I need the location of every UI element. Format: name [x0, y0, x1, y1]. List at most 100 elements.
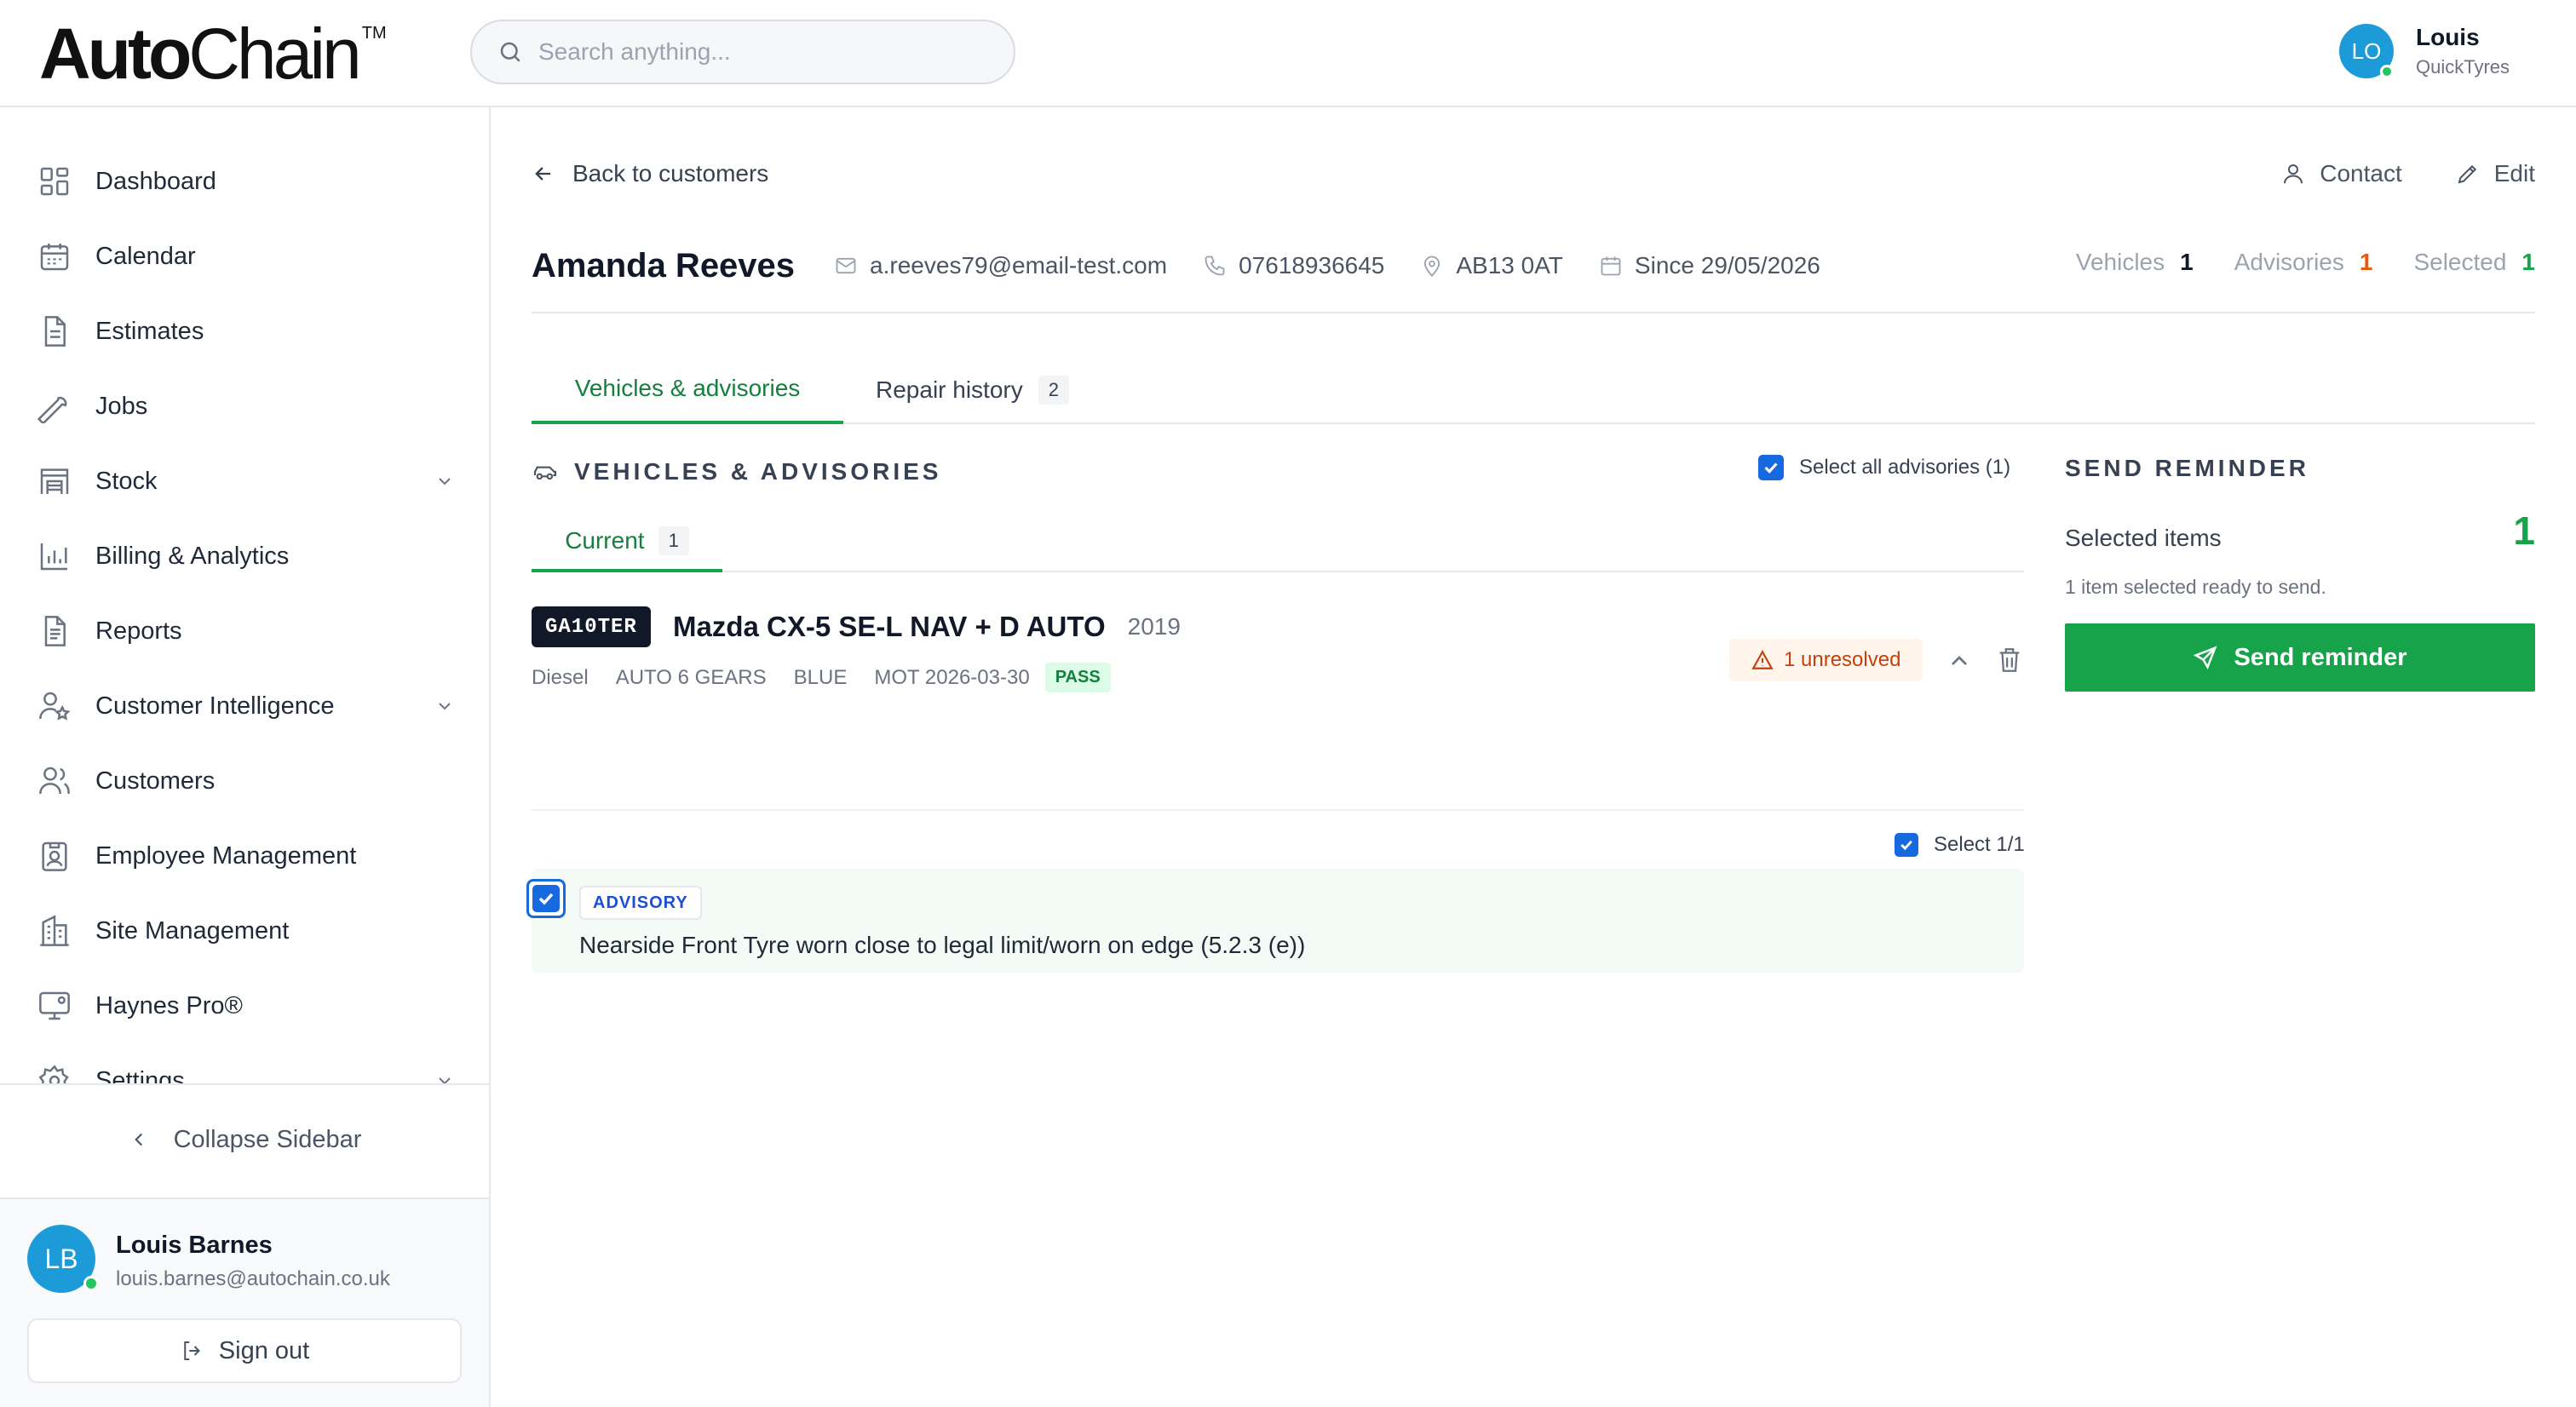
sidebar-item-customer-intelligence[interactable]: Customer Intelligence — [37, 681, 455, 732]
checkbox-checked[interactable] — [1758, 455, 1784, 480]
vehicle-model: Mazda CX-5 SE-L NAV + D AUTO — [673, 611, 1106, 642]
sidebar-item-settings[interactable]: Settings — [37, 1055, 455, 1083]
gear-icon — [38, 1065, 69, 1083]
sidebar-item-jobs[interactable]: Jobs — [37, 381, 455, 432]
phone-icon — [1205, 256, 1225, 276]
registration-plate: GA10TER — [532, 606, 651, 647]
customer-name: Amanda Reeves — [532, 246, 796, 284]
send-reminder-button[interactable]: Send reminder — [2065, 623, 2535, 692]
sign-out-label: Sign out — [218, 1336, 310, 1364]
wrench-icon — [37, 396, 67, 423]
edit-button[interactable]: Edit — [2455, 160, 2535, 187]
advisory-item: ADVISORY Nearside Front Tyre worn close … — [526, 869, 2024, 973]
sidebar-item-stock[interactable]: Stock — [37, 456, 455, 507]
sidebar-user-panel: LB Louis Barnes louis.barnes@autochain.c… — [0, 1197, 489, 1407]
sidebar-item-calendar[interactable]: Calendar — [37, 231, 455, 282]
user-icon — [2284, 164, 2303, 184]
sidebar-item-label: Calendar — [95, 242, 196, 270]
sidebar-item-billing-analytics[interactable]: Billing & Analytics — [37, 531, 455, 582]
search-icon — [500, 42, 520, 62]
sidebar-item-label: Estimates — [95, 317, 204, 345]
sidebar-item-dashboard[interactable]: Dashboard — [37, 156, 455, 207]
autochain-logo[interactable]: AutoChain TM — [39, 15, 387, 92]
contact-label: Contact — [2320, 160, 2402, 187]
search-input[interactable] — [538, 38, 998, 66]
monitor-icon — [39, 991, 70, 1020]
customer-since: Since 29/05/2026 — [1599, 252, 1820, 279]
sidebar-item-label: Dashboard — [95, 167, 216, 195]
customer-stats: Vehicles 1 Advisories 1 Selected 1 — [2035, 249, 2535, 276]
advisory-badge: ADVISORY — [579, 886, 702, 920]
sidebar-item-site-management[interactable]: Site Management — [37, 905, 455, 956]
sidebar-item-label: Billing & Analytics — [95, 542, 290, 570]
sidebar: Dashboard Calendar Estimates Jobs Stock … — [0, 107, 491, 1407]
top-user-menu[interactable]: LO Louis QuickTyres — [2339, 24, 2510, 78]
divider — [532, 312, 2535, 313]
tab-count-badge: 1 — [658, 526, 689, 555]
tab-vehicles-advisories[interactable]: Vehicles & advisories — [532, 356, 843, 424]
contact-button[interactable]: Contact — [2280, 160, 2402, 187]
user-star-icon — [39, 692, 71, 721]
select-count-label: Select 1/1 — [1934, 833, 2025, 856]
tab-label: Current — [565, 527, 645, 554]
vehicle-subtabs: Current 1 — [532, 513, 2024, 572]
sign-out-button[interactable]: Sign out — [27, 1318, 462, 1383]
tab-current[interactable]: Current 1 — [532, 513, 722, 572]
vehicle-title: Mazda CX-5 SE-L NAV + D AUTO 2019 — [673, 606, 1181, 647]
logo-text-bold: Auto — [39, 14, 192, 94]
check-icon — [1764, 462, 1778, 474]
unresolved-label: 1 unresolved — [1784, 648, 1901, 671]
trash-icon[interactable] — [1995, 646, 2024, 675]
back-to-customers-link[interactable]: Back to customers — [532, 160, 768, 187]
search-bar[interactable] — [470, 20, 1015, 84]
edit-label: Edit — [2493, 160, 2535, 187]
collapse-sidebar-button[interactable]: Collapse Sidebar — [0, 1083, 489, 1194]
id-badge-icon — [42, 841, 67, 871]
selected-stat-label: Selected — [2413, 249, 2507, 275]
sidebar-item-estimates[interactable]: Estimates — [37, 306, 455, 357]
mot-status-badge: PASS — [1044, 663, 1111, 692]
sidebar-item-employee-management[interactable]: Employee Management — [37, 830, 455, 882]
top-bar: AutoChain TM LO Louis QuickTyres — [0, 0, 2576, 107]
sign-out-icon — [184, 1341, 200, 1360]
advisories-stat-value: 1 — [2359, 249, 2373, 275]
select-all-label: Select all advisories (1) — [1799, 456, 2011, 479]
top-user-name: Louis — [2416, 24, 2480, 50]
sidebar-item-label: Reports — [95, 617, 182, 645]
vehicle-year: 2019 — [1127, 613, 1181, 640]
vehicle-details: Diesel AUTO 6 GEARS BLUE MOT 2026-03-30 … — [532, 663, 1111, 692]
chevron-down-icon — [439, 1077, 451, 1083]
advisories-stat-label: Advisories — [2234, 249, 2344, 275]
customer-postcode-text: AB13 0AT — [1456, 252, 1563, 279]
sidebar-item-label: Site Management — [95, 916, 290, 945]
header-actions: Contact Edit — [2228, 160, 2535, 187]
avatar[interactable]: LB — [27, 1225, 99, 1293]
sidebar-item-reports[interactable]: Reports — [37, 606, 455, 657]
customer-postcode: AB13 0AT — [1420, 252, 1563, 279]
customer-phone[interactable]: 07618936645 — [1203, 252, 1384, 279]
sidebar-user-email: louis.barnes@autochain.co.uk — [116, 1267, 390, 1290]
select-all-advisories-checkbox[interactable]: Select all advisories (1) — [1758, 455, 2010, 480]
back-label: Back to customers — [572, 160, 769, 187]
sidebar-item-customers[interactable]: Customers — [37, 755, 455, 807]
selected-stat-value: 1 — [2521, 249, 2535, 275]
advisory-checkbox[interactable] — [526, 879, 566, 918]
checkbox-checked[interactable] — [1895, 833, 1918, 857]
customer-email[interactable]: a.reeves79@email-test.com — [834, 252, 1167, 279]
select-advisories-checkbox[interactable]: Select 1/1 — [1895, 833, 2025, 857]
sidebar-user-name: Louis Barnes — [116, 1232, 273, 1259]
avatar-initials: LB — [44, 1243, 78, 1274]
users-icon — [39, 767, 70, 795]
check-icon — [538, 893, 554, 905]
avatar-initials: LO — [2351, 37, 2382, 64]
logo-text-light: Chain — [188, 14, 361, 94]
avatar[interactable]: LO — [2339, 24, 2394, 78]
vehicle-gearbox: AUTO 6 GEARS — [615, 665, 767, 689]
tab-repair-history[interactable]: Repair history 2 — [876, 356, 1069, 424]
sidebar-item-haynes-pro[interactable]: Haynes Pro® — [37, 980, 455, 1031]
ready-to-send-text: 1 item selected ready to send. — [2065, 576, 2326, 598]
sidebar-nav: Dashboard Calendar Estimates Jobs Stock … — [0, 107, 489, 1083]
chevron-up-icon[interactable] — [1946, 647, 1973, 675]
check-icon — [1900, 840, 1912, 851]
calendar-icon — [40, 244, 69, 271]
